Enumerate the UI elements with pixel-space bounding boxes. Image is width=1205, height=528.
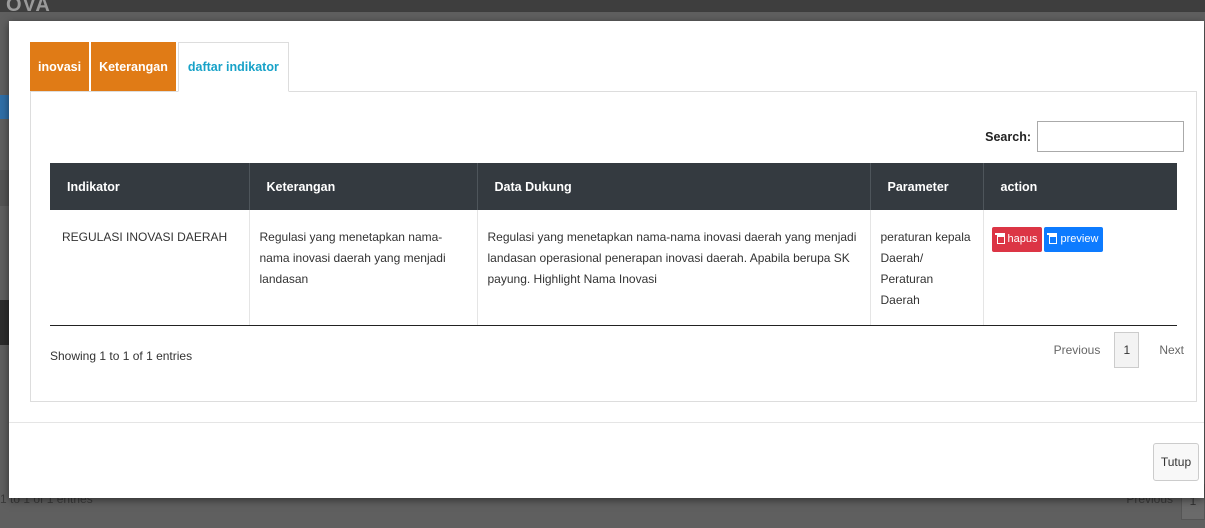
- cell-parameter: peraturan kepala Daerah/ Peraturan Daera…: [870, 210, 984, 326]
- cell-action: hapus preview: [983, 210, 1177, 326]
- tab-inovasi[interactable]: inovasi: [30, 42, 90, 92]
- delete-button-label: hapus: [1007, 233, 1038, 245]
- background-logo: OVA: [6, 0, 51, 16]
- search-input[interactable]: [1037, 121, 1184, 152]
- modal-footer-divider: [9, 422, 1204, 423]
- search-label: Search:: [985, 129, 1031, 144]
- cell-indikator: REGULASI INOVASI DAERAH: [50, 210, 250, 326]
- trash-icon: [994, 233, 1005, 244]
- indicator-modal: inovasi Keterangan daftar indikator Sear…: [9, 21, 1204, 498]
- indicator-table: Indikator Keterangan Data Dukung Paramet…: [50, 163, 1177, 326]
- pagination: Previous 1 Next: [1054, 332, 1184, 368]
- table-header-row: Indikator Keterangan Data Dukung Paramet…: [50, 163, 1177, 210]
- cell-keterangan: Regulasi yang menetapkan nama-nama inova…: [249, 210, 478, 326]
- delete-button[interactable]: hapus: [991, 227, 1043, 252]
- tab-daftar-indikator[interactable]: daftar indikator: [177, 42, 289, 92]
- cell-data-dukung: Regulasi yang menetapkan nama-nama inova…: [477, 210, 871, 326]
- column-header-keterangan[interactable]: Keterangan: [249, 163, 478, 210]
- modal-tabs: inovasi Keterangan daftar indikator: [30, 42, 291, 92]
- preview-button[interactable]: preview: [1044, 227, 1104, 252]
- table-info: Showing 1 to 1 of 1 entries: [50, 349, 193, 363]
- page-1-button[interactable]: 1: [1114, 332, 1140, 368]
- preview-button-label: preview: [1060, 233, 1099, 245]
- column-header-action[interactable]: action: [983, 163, 1177, 210]
- search-box: Search:: [985, 121, 1184, 152]
- column-header-parameter[interactable]: Parameter: [870, 163, 984, 210]
- trash-icon: [1047, 233, 1058, 244]
- background-header: [0, 0, 1205, 12]
- table-row: REGULASI INOVASI DAERAH Regulasi yang me…: [50, 210, 1177, 326]
- close-button[interactable]: Tutup: [1153, 443, 1199, 481]
- previous-page-link[interactable]: Previous: [1054, 343, 1101, 357]
- tab-panel: Search: Indikator Keterangan Data Dukung…: [30, 91, 1197, 402]
- column-header-data-dukung[interactable]: Data Dukung: [477, 163, 871, 210]
- next-page-link[interactable]: Next: [1159, 343, 1184, 357]
- column-header-indikator[interactable]: Indikator: [50, 163, 250, 210]
- tab-keterangan[interactable]: Keterangan: [91, 42, 176, 92]
